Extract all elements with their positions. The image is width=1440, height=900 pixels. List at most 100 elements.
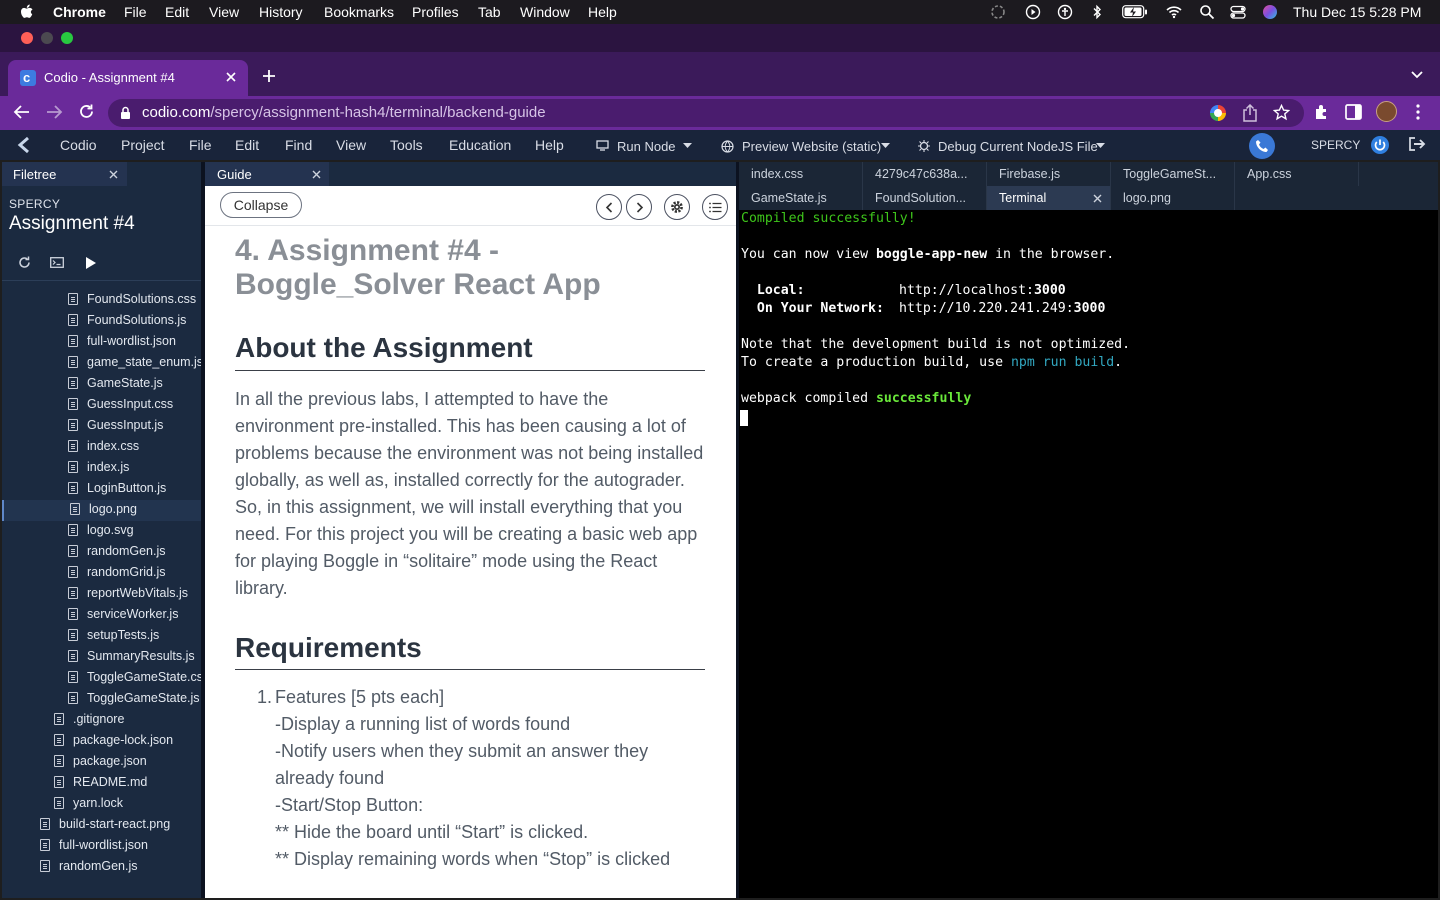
file-item[interactable]: README.md — [2, 773, 201, 794]
file-item[interactable]: .gitignore — [2, 710, 201, 731]
file-item[interactable]: yarn.lock — [2, 794, 201, 815]
editor-tab[interactable]: App.css — [1235, 162, 1359, 186]
siri-icon[interactable] — [1262, 4, 1278, 20]
play-icon[interactable] — [1025, 4, 1041, 20]
file-item[interactable]: package-lock.json — [2, 731, 201, 752]
file-item[interactable]: SummaryResults.js — [2, 647, 201, 668]
file-item[interactable]: reportWebVitals.js — [2, 584, 201, 605]
file-item[interactable]: build-start-react.png — [2, 815, 201, 836]
codio-menu-education[interactable]: Education — [449, 137, 511, 153]
menu-file[interactable]: File — [124, 4, 147, 20]
side-panel-icon[interactable] — [1345, 104, 1362, 120]
file-item[interactable]: full-wordlist.json — [2, 836, 201, 857]
file-item[interactable]: FoundSolutions.js — [2, 311, 201, 332]
lock-icon[interactable] — [120, 106, 131, 120]
phone-call-button[interactable] — [1249, 133, 1275, 159]
tab-search-chevron-icon[interactable] — [1411, 71, 1423, 79]
file-item[interactable]: serviceWorker.js — [2, 605, 201, 626]
file-item[interactable]: GuessInput.css — [2, 395, 201, 416]
guide-tab[interactable]: Guide — [205, 162, 329, 186]
previous-page-button[interactable] — [596, 194, 622, 220]
clock[interactable]: Thu Dec 15 5:28 PM — [1293, 4, 1421, 20]
project-title[interactable]: Assignment #4 — [9, 213, 135, 235]
file-item[interactable]: GameState.js — [2, 374, 201, 395]
extensions-icon[interactable] — [1313, 103, 1331, 121]
table-of-contents-button[interactable] — [702, 194, 728, 220]
close-filetree-icon[interactable] — [109, 170, 118, 179]
focus-icon[interactable] — [990, 4, 1006, 20]
file-item[interactable]: LoginButton.js — [2, 479, 201, 500]
file-item[interactable]: ToggleGameState.css — [2, 668, 201, 689]
logout-icon[interactable] — [1408, 136, 1426, 152]
file-item[interactable]: game_state_enum.js — [2, 353, 201, 374]
editor-tab[interactable]: Firebase.js — [987, 162, 1111, 186]
editor-tab[interactable]: logo.png — [1111, 186, 1235, 210]
editor-tab[interactable]: index.css — [739, 162, 863, 186]
profile-avatar[interactable] — [1376, 101, 1397, 122]
close-tab-icon[interactable] — [226, 72, 236, 82]
chrome-menu-icon[interactable] — [1415, 104, 1421, 120]
menu-tab[interactable]: Tab — [478, 4, 501, 20]
next-page-button[interactable] — [626, 194, 652, 220]
refresh-icon[interactable] — [18, 256, 31, 269]
zoom-window-button[interactable] — [61, 32, 73, 44]
codio-menu-edit[interactable]: Edit — [235, 137, 259, 153]
back-icon[interactable] — [13, 104, 31, 120]
file-item[interactable]: randomGen.js — [2, 857, 201, 878]
forward-icon[interactable] — [45, 104, 63, 120]
accessibility-icon[interactable] — [1057, 4, 1073, 20]
minimize-window-button[interactable] — [41, 32, 53, 44]
share-icon[interactable] — [1242, 104, 1258, 122]
editor-tab[interactable]: Terminal — [987, 186, 1111, 210]
file-item[interactable]: package.json — [2, 752, 201, 773]
control-center-icon[interactable] — [1230, 4, 1246, 20]
editor-tab[interactable]: GameState.js — [739, 186, 863, 210]
file-item[interactable]: index.js — [2, 458, 201, 479]
menu-bookmarks[interactable]: Bookmarks — [324, 4, 394, 20]
file-item[interactable]: FoundSolutions.css — [2, 290, 201, 311]
username[interactable]: SPERCY — [1311, 138, 1360, 152]
guide-settings-button[interactable] — [664, 194, 690, 220]
file-item[interactable]: randomGen.js — [2, 542, 201, 563]
reload-icon[interactable] — [78, 103, 95, 120]
menu-window[interactable]: Window — [520, 4, 570, 20]
file-item[interactable]: setupTests.js — [2, 626, 201, 647]
close-guide-icon[interactable] — [312, 170, 321, 179]
codio-menu-help[interactable]: Help — [535, 137, 564, 153]
file-item[interactable]: logo.png — [2, 500, 201, 521]
codio-menu-tools[interactable]: Tools — [390, 137, 423, 153]
file-item[interactable]: GuessInput.js — [2, 416, 201, 437]
apple-icon[interactable] — [19, 3, 35, 21]
codio-menu-codio[interactable]: Codio — [60, 137, 97, 153]
editor-tab[interactable]: ToggleGameSt... — [1111, 162, 1235, 186]
debug-nodejs-button[interactable]: Debug Current NodeJS File — [918, 130, 1106, 160]
file-item[interactable]: logo.svg — [2, 521, 201, 542]
codio-menu-find[interactable]: Find — [285, 137, 312, 153]
editor-tab[interactable]: FoundSolution... — [863, 186, 987, 210]
browser-tab-codio[interactable]: c Codio - Assignment #4 — [8, 60, 248, 96]
menu-profiles[interactable]: Profiles — [412, 4, 459, 20]
file-item[interactable]: index.css — [2, 437, 201, 458]
menu-app-name[interactable]: Chrome — [53, 4, 106, 20]
battery-icon[interactable] — [1122, 5, 1148, 19]
menu-help[interactable]: Help — [588, 4, 617, 20]
preview-website-button[interactable]: Preview Website (static) — [721, 130, 891, 160]
close-window-button[interactable] — [21, 32, 33, 44]
spotlight-search-icon[interactable] — [1199, 4, 1215, 20]
wifi-icon[interactable] — [1166, 4, 1182, 20]
google-lens-icon[interactable] — [1210, 105, 1226, 121]
bluetooth-icon[interactable] — [1089, 4, 1105, 20]
codio-logo-icon[interactable] — [16, 136, 34, 154]
file-item[interactable]: randomGrid.js — [2, 563, 201, 584]
address-bar[interactable]: codio.com/spercy/assignment-hash4/termin… — [108, 99, 1304, 127]
filetree-tab[interactable]: Filetree — [2, 162, 127, 186]
bookmark-star-icon[interactable] — [1273, 104, 1290, 121]
editor-tab[interactable]: 4279c47c638a... — [863, 162, 987, 186]
menu-view[interactable]: View — [209, 4, 239, 20]
codio-menu-file[interactable]: File — [189, 137, 212, 153]
collapse-button[interactable]: Collapse — [220, 192, 302, 218]
new-tab-icon[interactable] — [262, 69, 276, 83]
close-tab-icon[interactable] — [1093, 194, 1102, 203]
power-icon[interactable] — [1370, 135, 1390, 155]
codio-menu-view[interactable]: View — [336, 137, 366, 153]
